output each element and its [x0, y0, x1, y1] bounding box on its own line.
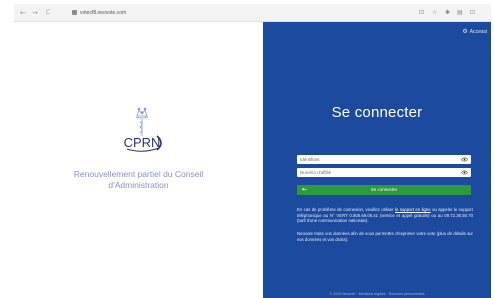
forward-icon[interactable]: → — [32, 8, 38, 18]
staff-icon — [139, 119, 143, 136]
help-eye-icon[interactable] — [461, 156, 468, 163]
identifier-field[interactable] — [297, 155, 471, 164]
page-title: Se connecter — [331, 104, 423, 121]
translate-icon[interactable]: ⊡ — [419, 8, 424, 18]
cprn-logo-graphic: CPRN — [124, 107, 162, 152]
address-bar-url: votecf8.neovote.com — [80, 10, 127, 16]
accessibility-icon: ⚙ — [462, 29, 468, 35]
accessibility-link[interactable]: ⚙ Accessi — [462, 28, 487, 35]
tagline-line-1: Renouvellement partiel du Conseil — [73, 169, 204, 179]
login-panel: ⚙Accessi Se connecter ⇤ Se connecter En … — [263, 22, 491, 298]
page-footer: © 2025 Neovote · Mentions légales · Donn… — [329, 292, 425, 296]
show-password-eye-icon[interactable] — [461, 169, 468, 176]
cprn-logo: CPRN — [107, 102, 177, 172]
back-icon[interactable]: ← — [20, 8, 26, 18]
election-tagline: Renouvellement partiel du Conseil d'Admi… — [14, 169, 263, 191]
support-info-text-a: En cas de problème de connexion, veuille… — [297, 207, 395, 212]
branding-panel: CPRN Renouvellement partiel du Conseil d… — [14, 22, 263, 298]
browser-toolbar: ← → C votecf8.neovote.com ⊡ ☆ ✱ ▤ ⊡ — [14, 4, 491, 22]
lock-icon — [72, 10, 77, 15]
login-button-label: Se connecter — [370, 187, 398, 192]
arrow-right-icon: ⇤ — [302, 186, 308, 193]
affiliate-number-field[interactable] — [297, 168, 471, 177]
privacy-info: Neovote traite vos données afin de vous … — [297, 231, 473, 242]
online-support-link[interactable]: le support en ligne — [395, 207, 431, 212]
profile-icon[interactable]: ⊡ — [470, 8, 475, 18]
accessibility-label: Accessi — [469, 29, 487, 35]
reload-icon[interactable]: C — [46, 8, 50, 18]
address-bar[interactable]: votecf8.neovote.com — [72, 8, 222, 18]
tagline-line-2: d'Administration — [108, 180, 169, 190]
login-button[interactable]: ⇤ Se connecter — [297, 185, 471, 195]
extensions-icon[interactable]: ✱ — [445, 8, 450, 18]
crown-icon — [135, 107, 149, 119]
support-info: En cas de problème de connexion, veuille… — [297, 207, 473, 224]
page-frame: ← → C votecf8.neovote.com ⊡ ☆ ✱ ▤ ⊡ CPRN… — [0, 0, 494, 298]
privacy-info-text: Neovote traite vos données afin de vous … — [297, 231, 473, 242]
identifier-input[interactable] — [300, 155, 460, 164]
affiliate-number-input[interactable] — [300, 168, 460, 177]
bookmark-star-icon[interactable]: ☆ — [432, 8, 437, 18]
sidebar-icon[interactable]: ▤ — [457, 8, 463, 18]
logo-wordmark: CPRN — [124, 135, 161, 150]
